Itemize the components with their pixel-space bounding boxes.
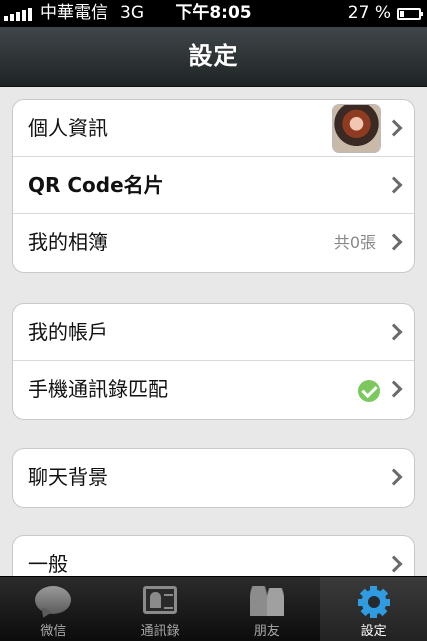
chat-icon xyxy=(35,586,72,614)
navigation-bar: 設定 xyxy=(0,27,427,87)
chevron-right-icon xyxy=(385,323,403,341)
settings-list[interactable]: 個人資訊 QR Code名片 我的相簿 共0張 我的帳戶 手機通訊錄匹配 聊天背… xyxy=(0,87,427,576)
settings-group-profile: 個人資訊 QR Code名片 我的相簿 共0張 xyxy=(12,99,415,273)
status-right: 27 % xyxy=(347,0,423,27)
battery-icon xyxy=(397,7,423,20)
tab-label: 朋友 xyxy=(253,624,280,639)
row-label: QR Code名片 xyxy=(28,173,164,197)
chevron-right-icon xyxy=(385,380,403,398)
settings-row-personal-info[interactable]: 個人資訊 xyxy=(13,100,414,157)
chevron-right-icon xyxy=(385,468,403,486)
row-label: 我的帳戶 xyxy=(28,320,108,344)
settings-row-qr-code[interactable]: QR Code名片 xyxy=(13,157,414,214)
settings-row-chat-background[interactable]: 聊天背景 xyxy=(13,449,414,507)
tab-settings[interactable]: 設定 xyxy=(320,577,427,641)
tab-label: 設定 xyxy=(360,624,387,639)
chevron-right-icon xyxy=(385,119,403,137)
tab-label: 通訊錄 xyxy=(140,624,180,639)
tab-chats[interactable]: 微信 xyxy=(0,577,107,641)
chevron-right-icon xyxy=(385,233,403,251)
checkmark-icon xyxy=(358,380,380,402)
row-label: 聊天背景 xyxy=(28,465,108,489)
gear-icon xyxy=(357,586,390,618)
page-title: 設定 xyxy=(188,42,239,70)
contacts-icon xyxy=(143,586,178,614)
settings-row-contacts-match[interactable]: 手機通訊錄匹配 xyxy=(13,361,414,419)
avatar xyxy=(333,105,380,152)
settings-group-account: 我的帳戶 手機通訊錄匹配 xyxy=(12,303,415,420)
tab-label: 微信 xyxy=(40,624,67,639)
chevron-right-icon xyxy=(385,555,403,573)
row-label: 我的相簿 xyxy=(28,230,108,254)
friends-icon xyxy=(247,586,287,616)
settings-group-general: 一般 xyxy=(12,535,415,576)
row-label: 個人資訊 xyxy=(28,116,108,140)
settings-row-my-account[interactable]: 我的帳戶 xyxy=(13,304,414,361)
tab-contacts[interactable]: 通訊錄 xyxy=(107,577,214,641)
battery-level-fill xyxy=(400,10,404,17)
tab-bar: 微信 通訊錄 朋友 設定 xyxy=(0,576,427,641)
battery-percent: 27 % xyxy=(347,3,391,23)
status-bar: 中華電信 3G 下午8:05 27 % xyxy=(0,0,427,27)
settings-row-my-album[interactable]: 我的相簿 共0張 xyxy=(13,214,414,272)
row-label: 手機通訊錄匹配 xyxy=(28,377,168,401)
album-count: 共0張 xyxy=(333,233,376,252)
settings-group-chat: 聊天背景 xyxy=(12,448,415,508)
chevron-right-icon xyxy=(385,176,403,194)
settings-row-general[interactable]: 一般 xyxy=(13,536,414,576)
tab-friends[interactable]: 朋友 xyxy=(214,577,321,641)
row-label: 一般 xyxy=(28,552,68,576)
